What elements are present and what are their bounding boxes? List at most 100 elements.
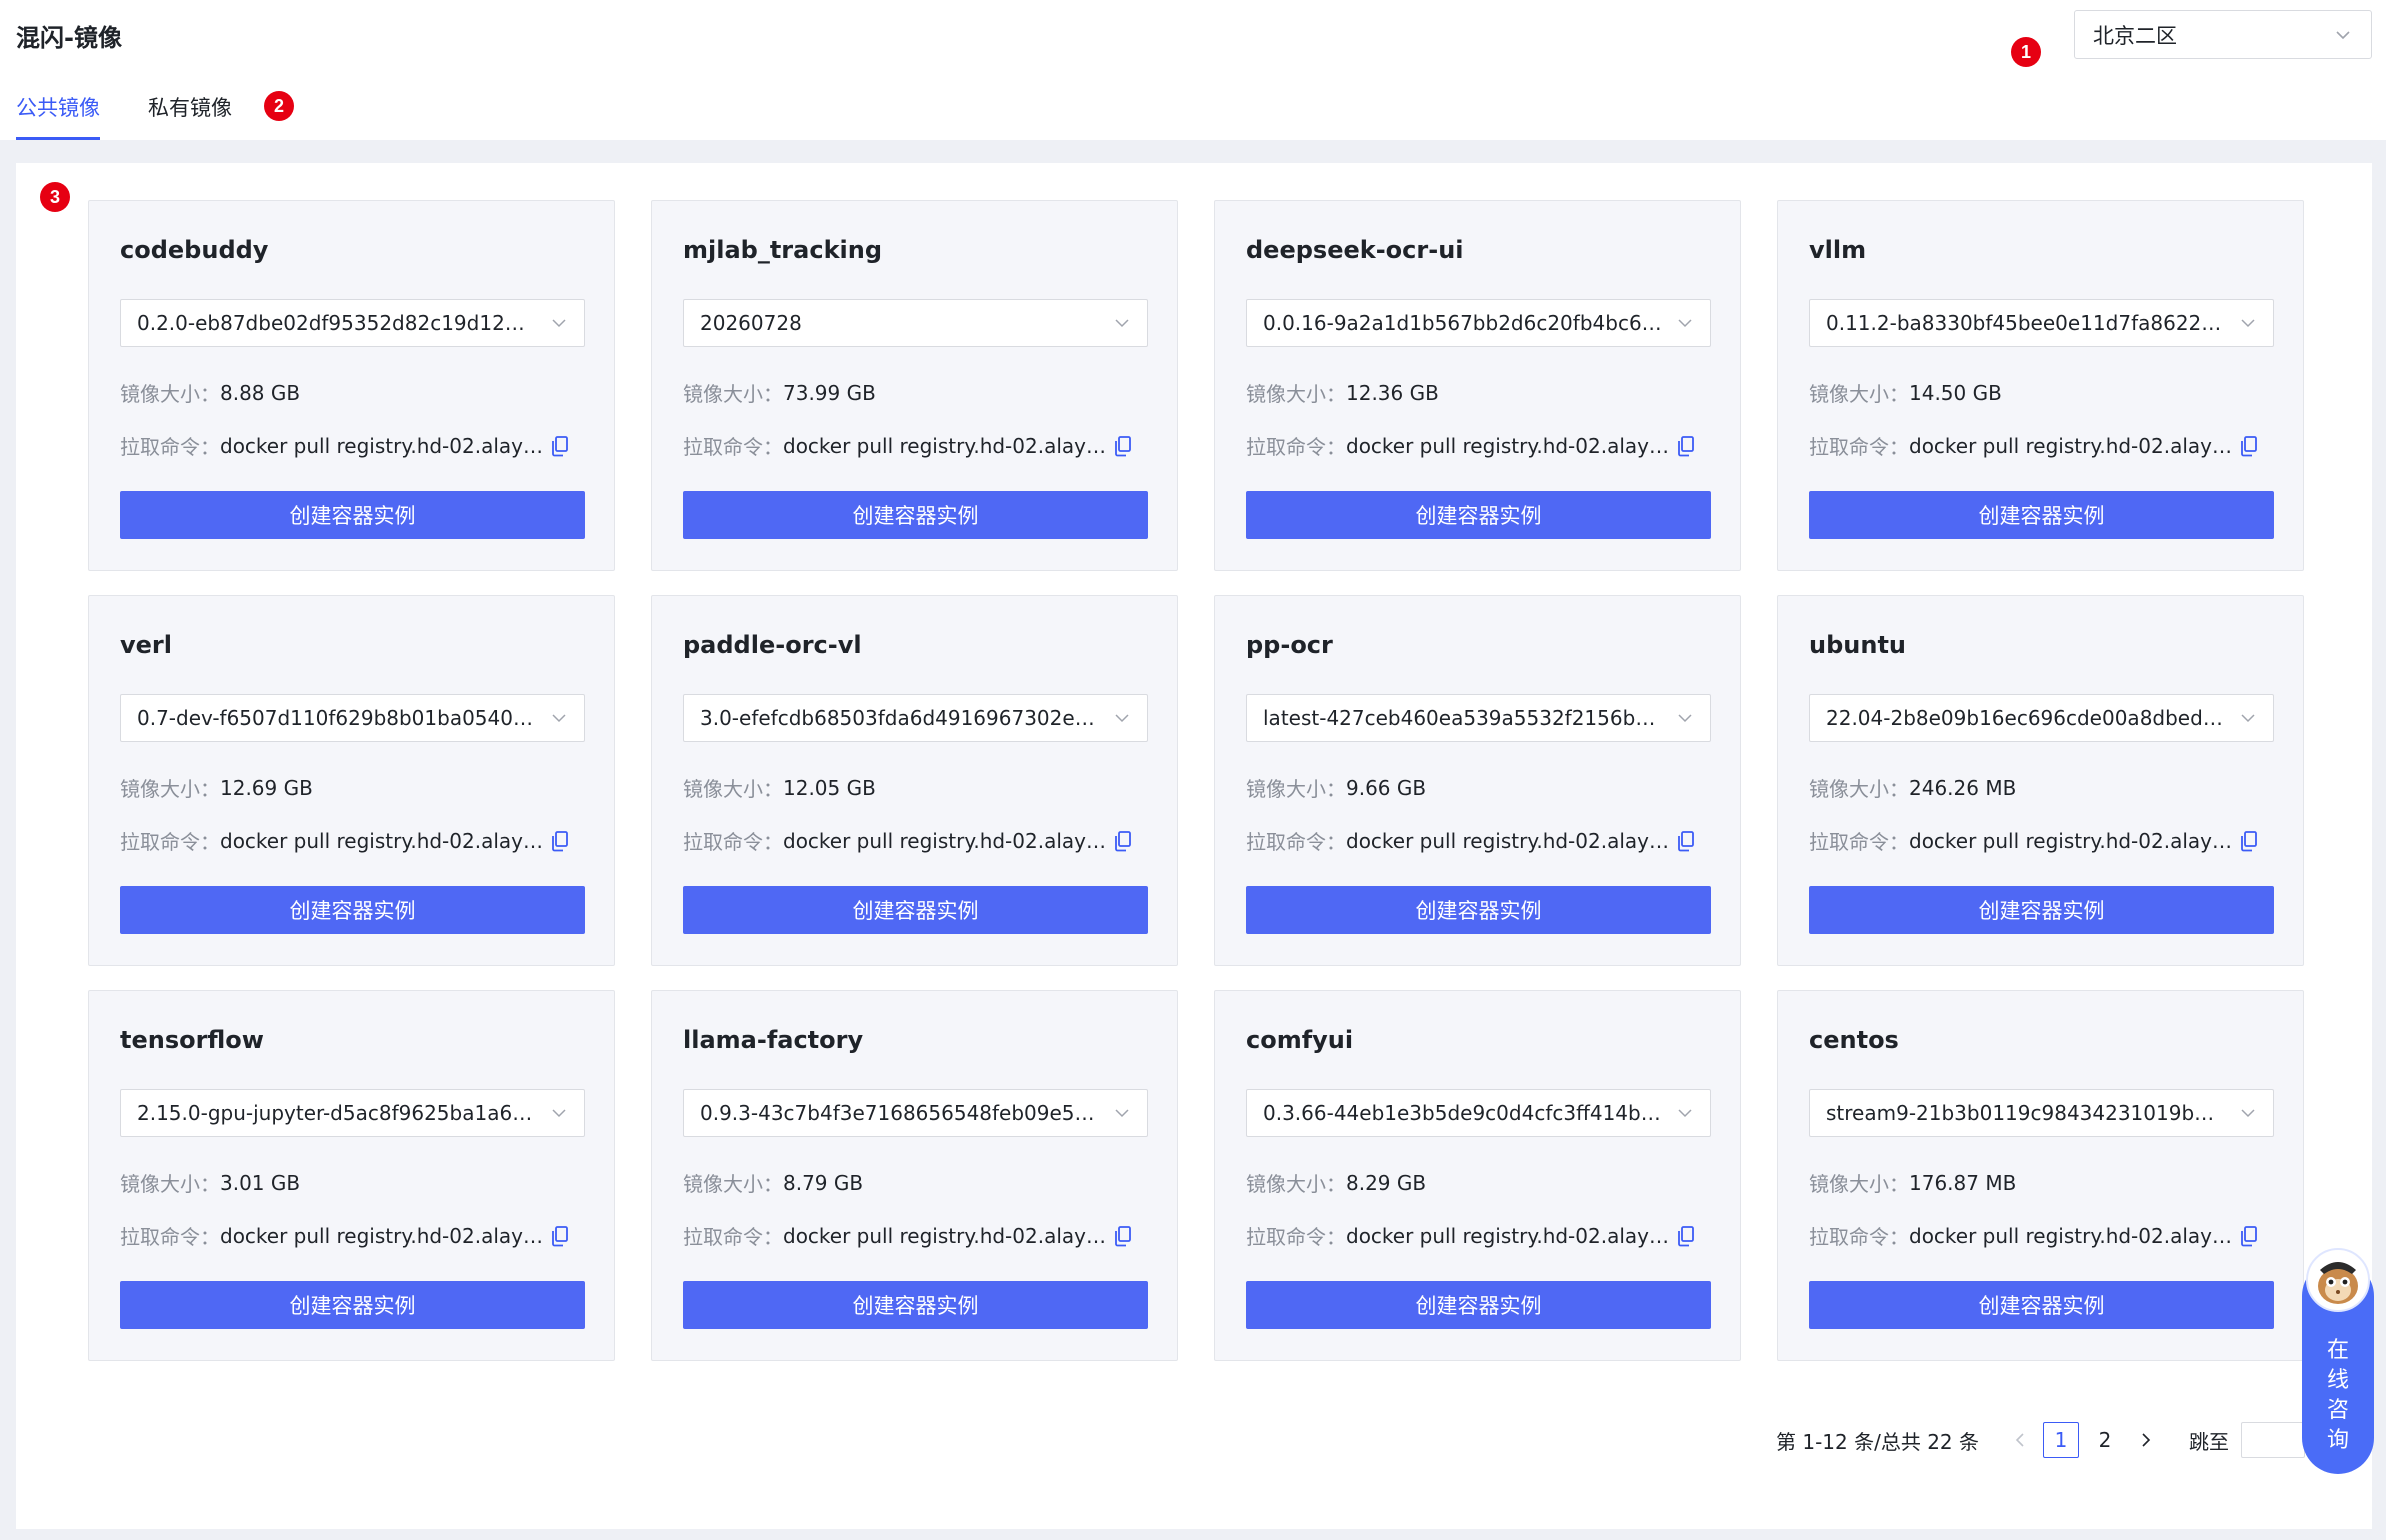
- copy-icon[interactable]: [550, 1225, 570, 1247]
- pull-command-value: docker pull registry.hd-02.alayane...: [783, 1223, 1109, 1248]
- pull-command-row: 拉取命令： docker pull registry.hd-02.alayane.…: [1246, 1221, 1696, 1250]
- image-card: ubuntu 22.04-2b8e09b16ec696cde00a8dbedd18…: [1777, 595, 2304, 966]
- version-value: 0.2.0-eb87dbe02df95352d82c19d1251fff...: [137, 311, 550, 335]
- version-value: stream9-21b3b0119c98434231019bd763...: [1826, 1101, 2239, 1125]
- version-select[interactable]: latest-427ceb460ea539a5532f2156bb4de...: [1246, 694, 1711, 742]
- pull-command-row: 拉取命令： docker pull registry.hd-02.alayane.…: [683, 1221, 1133, 1250]
- image-card: comfyui 0.3.66-44eb1e3b5de9c0d4cfc3ff414b…: [1214, 990, 1741, 1361]
- create-container-button[interactable]: 创建容器实例: [683, 886, 1148, 934]
- create-container-button[interactable]: 创建容器实例: [1246, 886, 1711, 934]
- page-number-1[interactable]: 1: [2043, 1422, 2080, 1458]
- image-name: comfyui: [1246, 1026, 1354, 1054]
- pull-command-label: 拉取命令：: [1809, 1225, 1909, 1249]
- version-value: 20260728: [700, 311, 802, 335]
- copy-icon[interactable]: [550, 435, 570, 457]
- image-size-value: 8.88 GB: [220, 380, 301, 405]
- copy-icon[interactable]: [2239, 830, 2259, 852]
- image-size-label: 镜像大小：: [683, 1172, 783, 1196]
- pull-command-value: docker pull registry.hd-02.alayane...: [1909, 1223, 2235, 1248]
- image-size-row: 镜像大小： 8.79 GB: [683, 1168, 863, 1197]
- version-value: 0.3.66-44eb1e3b5de9c0d4cfc3ff414b86f1...: [1263, 1101, 1676, 1125]
- online-consult-label: 在线咨询: [2302, 1336, 2374, 1456]
- image-card: pp-ocr latest-427ceb460ea539a5532f2156bb4…: [1214, 595, 1741, 966]
- image-size-value: 14.50 GB: [1909, 380, 2002, 405]
- copy-icon[interactable]: [1113, 435, 1133, 457]
- image-size-value: 12.69 GB: [220, 775, 313, 800]
- create-container-button[interactable]: 创建容器实例: [1246, 1281, 1711, 1329]
- version-select[interactable]: 3.0-efefcdb68503fda6d4916967302ebdea...: [683, 694, 1148, 742]
- pull-command-label: 拉取命令：: [1809, 435, 1909, 459]
- version-select[interactable]: 22.04-2b8e09b16ec696cde00a8dbedd18...: [1809, 694, 2274, 742]
- version-select[interactable]: 20260728: [683, 299, 1148, 347]
- pull-command-row: 拉取命令： docker pull registry.hd-02.alayane.…: [1246, 431, 1696, 460]
- copy-icon[interactable]: [1676, 1225, 1696, 1247]
- chevron-down-icon: [2241, 1109, 2255, 1118]
- pull-command-label: 拉取命令：: [1809, 830, 1909, 854]
- online-consult-button[interactable]: 在线咨询: [2302, 1248, 2374, 1474]
- image-tabs: 公共镜像 私有镜像: [16, 86, 280, 140]
- image-card: codebuddy 0.2.0-eb87dbe02df95352d82c19d12…: [88, 200, 615, 571]
- create-container-button[interactable]: 创建容器实例: [120, 886, 585, 934]
- pull-command-row: 拉取命令： docker pull registry.hd-02.alayane.…: [683, 431, 1133, 460]
- version-select[interactable]: 0.3.66-44eb1e3b5de9c0d4cfc3ff414b86f1...: [1246, 1089, 1711, 1137]
- image-name: mjlab_tracking: [683, 236, 883, 264]
- version-select[interactable]: stream9-21b3b0119c98434231019bd763...: [1809, 1089, 2274, 1137]
- image-size-value: 8.79 GB: [783, 1170, 864, 1195]
- create-container-button[interactable]: 创建容器实例: [683, 491, 1148, 539]
- version-select[interactable]: 2.15.0-gpu-jupyter-d5ac8f9625ba1a68e2...: [120, 1089, 585, 1137]
- create-container-button[interactable]: 创建容器实例: [120, 1281, 585, 1329]
- copy-icon[interactable]: [2239, 435, 2259, 457]
- create-container-button[interactable]: 创建容器实例: [1809, 886, 2274, 934]
- chevron-down-icon: [1115, 319, 1129, 328]
- create-container-button[interactable]: 创建容器实例: [1246, 491, 1711, 539]
- copy-icon[interactable]: [1113, 830, 1133, 852]
- tab-private-images[interactable]: 私有镜像: [148, 86, 232, 140]
- image-size-label: 镜像大小：: [120, 777, 220, 801]
- chevron-down-icon: [2241, 319, 2255, 328]
- tab-public-images[interactable]: 公共镜像: [16, 86, 100, 140]
- chevron-down-icon: [1115, 714, 1129, 723]
- image-name: tensorflow: [120, 1026, 264, 1054]
- version-select[interactable]: 0.9.3-43c7b4f3e7168656548feb09e5498a...: [683, 1089, 1148, 1137]
- chevron-right-icon[interactable]: [2135, 1429, 2157, 1451]
- image-size-value: 8.29 GB: [1346, 1170, 1427, 1195]
- region-select[interactable]: 北京二区: [2074, 10, 2372, 59]
- image-card: mjlab_tracking 20260728 镜像大小： 73.99 GB 拉取命令：…: [651, 200, 1178, 571]
- create-container-button[interactable]: 创建容器实例: [120, 491, 585, 539]
- image-size-row: 镜像大小： 9.66 GB: [1246, 773, 1426, 802]
- pull-command-label: 拉取命令：: [120, 830, 220, 854]
- image-size-label: 镜像大小：: [1809, 1172, 1909, 1196]
- page-number-2[interactable]: 2: [2087, 1422, 2123, 1458]
- copy-icon[interactable]: [1113, 1225, 1133, 1247]
- image-size-row: 镜像大小： 3.01 GB: [120, 1168, 300, 1197]
- chevron-down-icon: [552, 319, 566, 328]
- image-card: centos stream9-21b3b0119c98434231019bd763…: [1777, 990, 2304, 1361]
- version-select[interactable]: 0.0.16-9a2a1d1b567bb2d6c20fb4bc6fcd2...: [1246, 299, 1711, 347]
- create-container-button[interactable]: 创建容器实例: [683, 1281, 1148, 1329]
- pull-command-value: docker pull registry.hd-02.alayane...: [783, 828, 1109, 853]
- create-container-button[interactable]: 创建容器实例: [1809, 491, 2274, 539]
- jump-page-input[interactable]: [2241, 1422, 2306, 1458]
- image-size-label: 镜像大小：: [120, 1172, 220, 1196]
- copy-icon[interactable]: [550, 830, 570, 852]
- version-select[interactable]: 0.2.0-eb87dbe02df95352d82c19d1251fff...: [120, 299, 585, 347]
- version-select[interactable]: 0.7-dev-f6507d110f629b8b01ba05405bb...: [120, 694, 585, 742]
- image-name: vllm: [1809, 236, 1867, 264]
- copy-icon[interactable]: [1676, 435, 1696, 457]
- pull-command-row: 拉取命令： docker pull registry.hd-02.alayane.…: [120, 826, 570, 855]
- pull-command-label: 拉取命令：: [1246, 830, 1346, 854]
- copy-icon[interactable]: [1676, 830, 1696, 852]
- pull-command-row: 拉取命令： docker pull registry.hd-02.alayane.…: [683, 826, 1133, 855]
- image-size-value: 12.05 GB: [783, 775, 876, 800]
- image-size-value: 3.01 GB: [220, 1170, 301, 1195]
- image-size-label: 镜像大小：: [683, 777, 783, 801]
- chevron-left-icon[interactable]: [2009, 1429, 2031, 1451]
- version-select[interactable]: 0.11.2-ba8330bf45bee0e11d7fa8622c04d...: [1809, 299, 2274, 347]
- pull-command-value: docker pull registry.hd-02.alayane...: [1909, 433, 2235, 458]
- pull-command-row: 拉取命令： docker pull registry.hd-02.alayane.…: [1809, 1221, 2259, 1250]
- copy-icon[interactable]: [2239, 1225, 2259, 1247]
- create-container-button[interactable]: 创建容器实例: [1809, 1281, 2274, 1329]
- image-size-row: 镜像大小： 12.05 GB: [683, 773, 876, 802]
- image-card: tensorflow 2.15.0-gpu-jupyter-d5ac8f9625b…: [88, 990, 615, 1361]
- image-size-label: 镜像大小：: [1246, 777, 1346, 801]
